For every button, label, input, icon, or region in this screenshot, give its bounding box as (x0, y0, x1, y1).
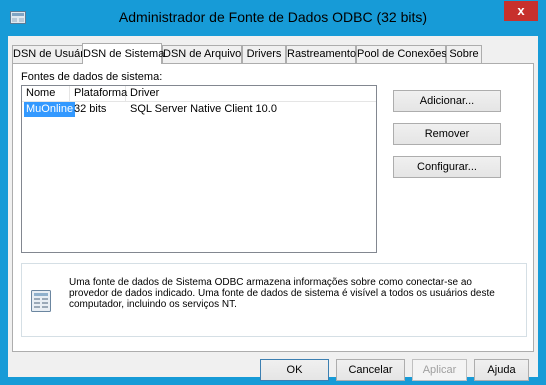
info-description: Uma fonte de dados de Sistema ODBC armaz… (69, 277, 495, 310)
database-info-icon (31, 290, 51, 312)
close-button[interactable]: x (504, 1, 538, 21)
ok-button[interactable]: OK (260, 359, 329, 381)
data-sources-list[interactable]: Nome Plataforma Driver MuOnline 32 bits … (21, 85, 377, 253)
column-header-platform[interactable]: Plataforma (70, 86, 127, 101)
window-title: Administrador de Fonte de Dados ODBC (32… (118, 9, 428, 25)
dialog-client-area: DSN de Usuário DSN de Sistema DSN de Arq… (8, 36, 538, 381)
tab-file-dsn[interactable]: DSN de Arquivo (162, 45, 242, 63)
list-header: Nome Plataforma Driver (22, 86, 376, 102)
data-source-driver: SQL Server Native Client 10.0 (130, 103, 277, 115)
data-source-platform: 32 bits (74, 103, 107, 115)
column-header-driver[interactable]: Driver (126, 86, 376, 101)
configure-button[interactable]: Configurar... (393, 156, 501, 178)
tab-strip: DSN de Usuário DSN de Sistema DSN de Arq… (12, 43, 534, 64)
help-button[interactable]: Ajuda (474, 359, 529, 381)
remove-button[interactable]: Remover (393, 123, 501, 145)
list-item[interactable]: MuOnline 32 bits SQL Server Native Clien… (22, 102, 376, 117)
tab-system-dsn[interactable]: DSN de Sistema (82, 43, 164, 64)
tab-user-dsn[interactable]: DSN de Usuário (12, 45, 92, 63)
tab-about[interactable]: Sobre (446, 45, 482, 63)
tab-drivers[interactable]: Drivers (242, 45, 286, 63)
tab-connection-pooling[interactable]: Pool de Conexões (356, 45, 447, 63)
apply-button[interactable]: Aplicar (412, 359, 467, 381)
title-bar[interactable]: Administrador de Fonte de Dados ODBC (32… (0, 0, 546, 36)
system-data-sources-label: Fontes de dados de sistema: (21, 71, 163, 83)
info-panel: Uma fonte de dados de Sistema ODBC armaz… (21, 263, 527, 337)
tab-tracing[interactable]: Rastreamento (286, 45, 356, 63)
data-source-name[interactable]: MuOnline (24, 102, 76, 117)
add-button[interactable]: Adicionar... (393, 90, 501, 112)
system-dsn-page: Fontes de dados de sistema: Nome Platafo… (12, 63, 534, 352)
column-header-name[interactable]: Nome (22, 86, 70, 101)
odbc-admin-window: Administrador de Fonte de Dados ODBC (32… (0, 0, 546, 385)
cancel-button[interactable]: Cancelar (336, 359, 405, 381)
